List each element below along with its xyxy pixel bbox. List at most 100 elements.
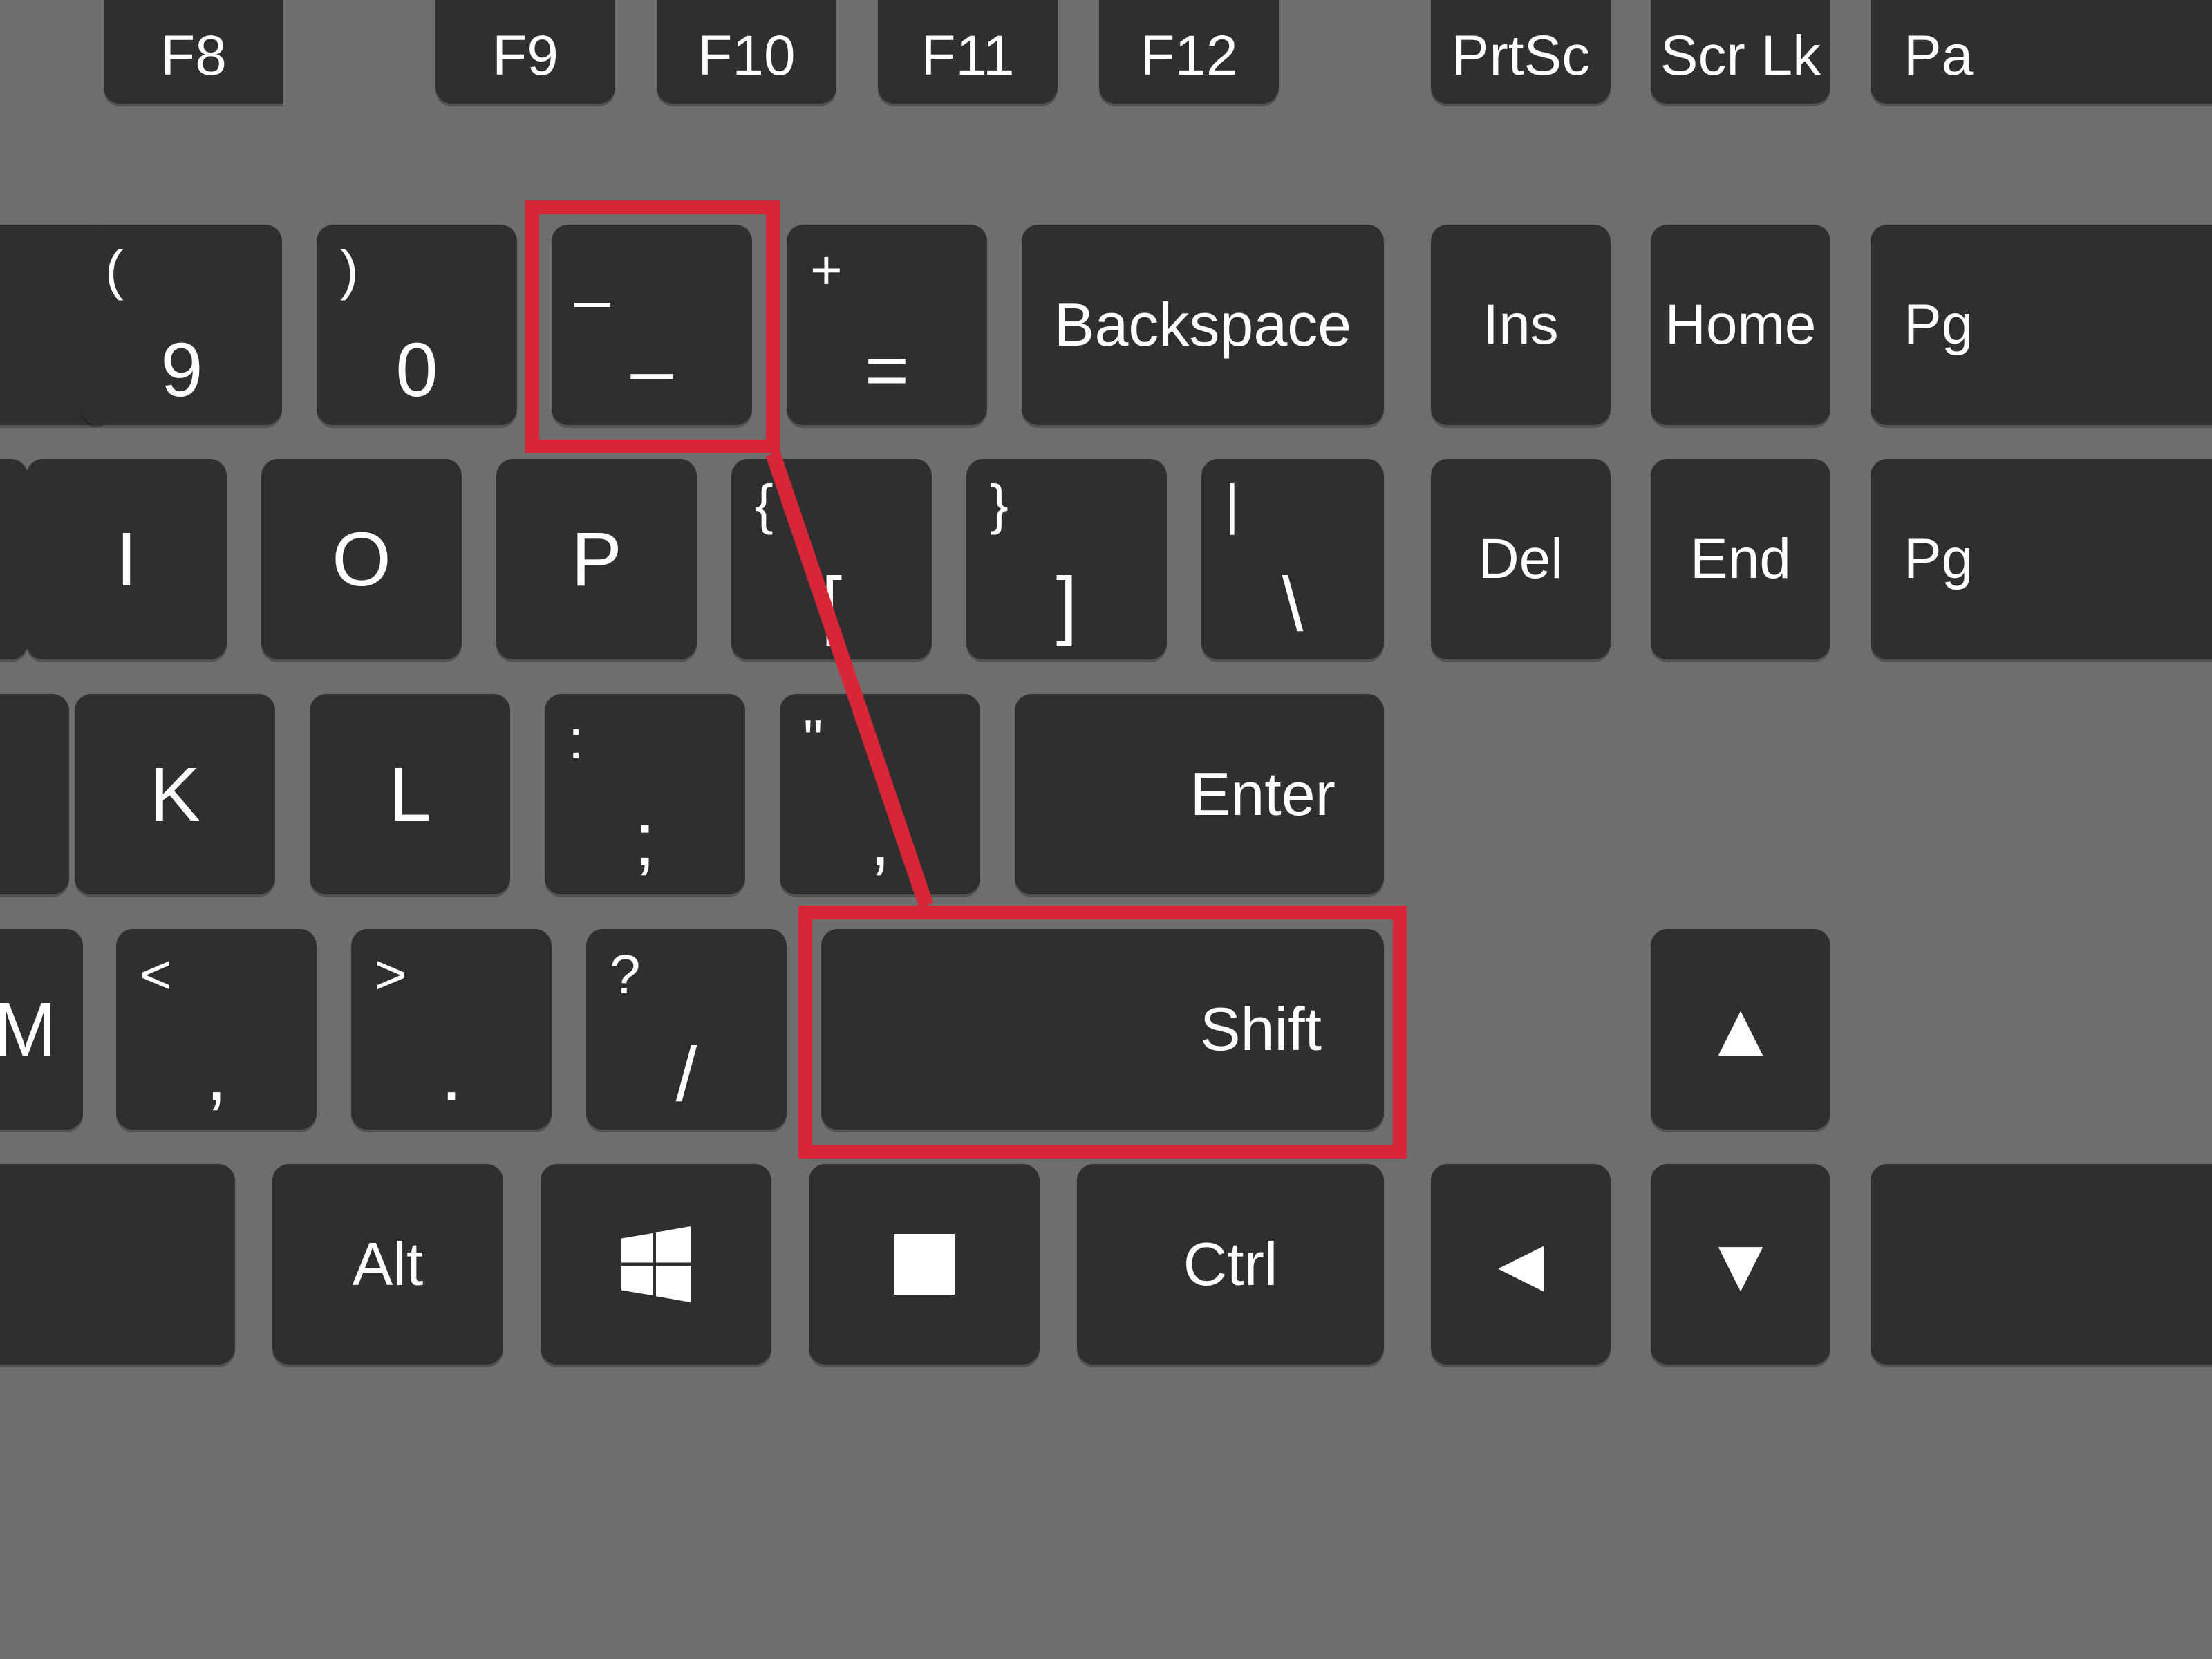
key-lower: ; — [545, 796, 745, 883]
key-label: L — [310, 694, 510, 894]
key-label: Pa — [1871, 0, 2212, 104]
key-lower: , — [116, 1031, 317, 1118]
key-backslash[interactable]: | \ — [1201, 459, 1384, 659]
key-upper: } — [990, 473, 1009, 536]
key-upper: " — [803, 708, 823, 771]
key-0[interactable]: ) 0 — [317, 225, 517, 425]
key-prtsc[interactable]: PrtSc — [1431, 0, 1611, 104]
key-o[interactable]: O — [261, 459, 462, 659]
key-label: Ctrl — [1077, 1164, 1384, 1365]
key-label: Enter — [1015, 694, 1384, 894]
key-f12[interactable]: F12 — [1099, 0, 1279, 104]
key-label: Del — [1431, 459, 1611, 659]
key-ins[interactable]: Ins — [1431, 225, 1611, 425]
key-label: F8 — [104, 0, 283, 104]
keyboard: F8 F9 F10 F11 F12 PrtSc Scr Lk Pa ( 9 ) … — [0, 0, 2212, 1659]
key-pgdn-partial[interactable]: Pg — [1871, 459, 2212, 659]
key-pgup-partial[interactable]: Pg — [1871, 225, 2212, 425]
key-shift-right[interactable]: Shift — [821, 929, 1384, 1130]
key-lower: ] — [966, 561, 1167, 648]
key-end[interactable]: End — [1651, 459, 1830, 659]
key-arrow-down[interactable]: ▼ — [1651, 1164, 1830, 1365]
key-menu[interactable] — [809, 1164, 1040, 1365]
key-9[interactable]: ( 9 — [82, 225, 282, 425]
key-windows[interactable] — [541, 1164, 771, 1365]
key-arrow-up[interactable]: ▲ — [1651, 929, 1830, 1130]
key-f10[interactable]: F10 — [657, 0, 836, 104]
key-home[interactable]: Home — [1651, 225, 1830, 425]
key-enter[interactable]: Enter — [1015, 694, 1384, 894]
key-p[interactable]: P — [496, 459, 697, 659]
key-lower: – — [552, 326, 752, 414]
key-lower: / — [586, 1031, 787, 1118]
key-semicolon[interactable]: : ; — [545, 694, 745, 894]
key-lower: = — [787, 326, 987, 414]
key-pause-partial[interactable]: Pa — [1871, 0, 2212, 104]
key-label: Backspace — [1022, 225, 1384, 425]
key-upper: ) — [340, 238, 359, 302]
key-lower: \ — [1201, 561, 1384, 648]
key-lower: 9 — [82, 326, 282, 414]
key-label: Pg — [1871, 459, 2212, 659]
menu-icon — [809, 1164, 1040, 1365]
key-upper: _ — [575, 238, 610, 310]
key-label: Shift — [821, 929, 1384, 1130]
key-period[interactable]: > . — [351, 929, 552, 1130]
arrow-up-icon: ▲ — [1651, 929, 1830, 1130]
key-minus[interactable]: _ – — [552, 225, 752, 425]
key-arrow-right-partial[interactable] — [1871, 1164, 2212, 1365]
key-upper: ? — [610, 943, 641, 1006]
key-u-partial[interactable] — [0, 459, 28, 659]
key-equals[interactable]: + = — [787, 225, 987, 425]
arrow-down-icon: ▼ — [1651, 1164, 1830, 1365]
key-f11[interactable]: F11 — [878, 0, 1058, 104]
key-label: F10 — [657, 0, 836, 104]
key-slash[interactable]: ? / — [586, 929, 787, 1130]
key-m[interactable]: M — [0, 929, 83, 1130]
key-upper: + — [810, 238, 843, 302]
key-space-partial[interactable] — [0, 1164, 235, 1365]
key-upper: : — [568, 708, 583, 771]
key-upper: ( — [105, 238, 124, 302]
key-backspace[interactable]: Backspace — [1022, 225, 1384, 425]
key-label: F12 — [1099, 0, 1279, 104]
key-label: Alt — [272, 1164, 503, 1365]
key-label: Home — [1651, 225, 1830, 425]
key-quote[interactable]: " , — [780, 694, 980, 894]
key-arrow-left[interactable]: ◄ — [1431, 1164, 1611, 1365]
key-label: Ins — [1431, 225, 1611, 425]
key-upper: { — [755, 473, 774, 536]
key-f9[interactable]: F9 — [435, 0, 615, 104]
key-scrlk[interactable]: Scr Lk — [1651, 0, 1830, 104]
key-f8[interactable]: F8 — [104, 0, 283, 104]
key-left-bracket[interactable]: { [ — [731, 459, 932, 659]
key-ctrl-right[interactable]: Ctrl — [1077, 1164, 1384, 1365]
key-label: PrtSc — [1431, 0, 1611, 104]
key-j-partial[interactable] — [0, 694, 69, 894]
key-label: F9 — [435, 0, 615, 104]
key-del[interactable]: Del — [1431, 459, 1611, 659]
key-lower: . — [351, 1031, 552, 1118]
key-label: I — [26, 459, 227, 659]
key-alt-right[interactable]: Alt — [272, 1164, 503, 1365]
key-i[interactable]: I — [26, 459, 227, 659]
key-right-bracket[interactable]: } ] — [966, 459, 1167, 659]
key-label: P — [496, 459, 697, 659]
key-l[interactable]: L — [310, 694, 510, 894]
key-label: O — [261, 459, 462, 659]
key-k[interactable]: K — [75, 694, 275, 894]
windows-icon — [541, 1164, 771, 1365]
key-label: Scr Lk — [1651, 0, 1830, 104]
key-comma[interactable]: < , — [116, 929, 317, 1130]
key-lower: 0 — [317, 326, 517, 414]
key-upper: | — [1225, 473, 1239, 536]
key-lower: , — [780, 796, 980, 883]
key-label: Pg — [1871, 225, 2212, 425]
arrow-left-icon: ◄ — [1431, 1164, 1611, 1365]
key-label: End — [1651, 459, 1830, 659]
key-upper: > — [375, 943, 407, 1006]
key-label: K — [75, 694, 275, 894]
key-label: M — [0, 929, 83, 1130]
key-upper: < — [140, 943, 172, 1006]
key-lower: [ — [731, 561, 932, 648]
